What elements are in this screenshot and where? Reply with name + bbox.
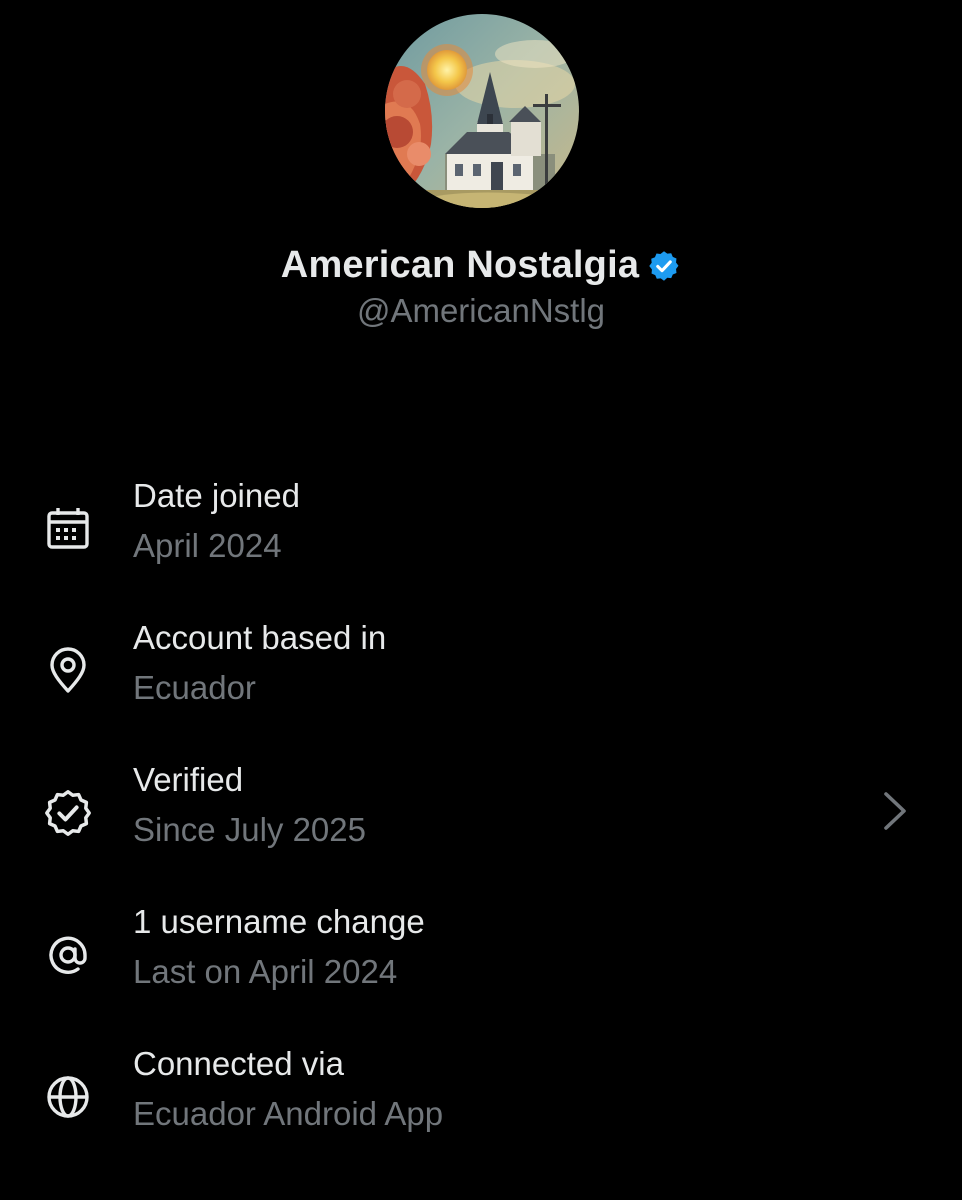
profile-name-row: American Nostalgia [0, 240, 962, 290]
info-title: Account based in [133, 619, 387, 656]
at-sign-icon [42, 929, 94, 981]
chevron-right-icon[interactable] [876, 789, 914, 833]
profile-avatar[interactable] [385, 14, 579, 208]
avatar-image [385, 14, 579, 208]
info-title: Verified [133, 761, 244, 798]
globe-icon [42, 1071, 94, 1123]
info-row-date-joined: Date joined April 2024 [0, 473, 962, 583]
verified-outline-icon [42, 787, 94, 839]
info-value: Last on April 2024 [133, 953, 398, 990]
info-row-connected-via: Connected via Ecuador Android App [0, 1041, 962, 1151]
info-value: Ecuador Android App [133, 1095, 444, 1132]
verified-badge-icon[interactable] [647, 249, 681, 283]
calendar-icon [42, 503, 94, 555]
info-value: Ecuador [133, 669, 256, 706]
username-handle: @AmericanNstlg [356, 292, 606, 329]
info-title: Connected via [133, 1045, 344, 1082]
info-title: Date joined [133, 477, 300, 514]
info-value: Since July 2025 [133, 811, 366, 848]
info-row-username-changes: 1 username change Last on April 2024 [0, 899, 962, 1009]
info-row-verified[interactable]: Verified Since July 2025 [0, 757, 962, 867]
info-value: April 2024 [133, 527, 282, 564]
location-pin-icon [42, 645, 94, 697]
info-row-account-location: Account based in Ecuador [0, 615, 962, 725]
info-title: 1 username change [133, 903, 425, 940]
display-name: American Nostalgia [280, 243, 640, 286]
